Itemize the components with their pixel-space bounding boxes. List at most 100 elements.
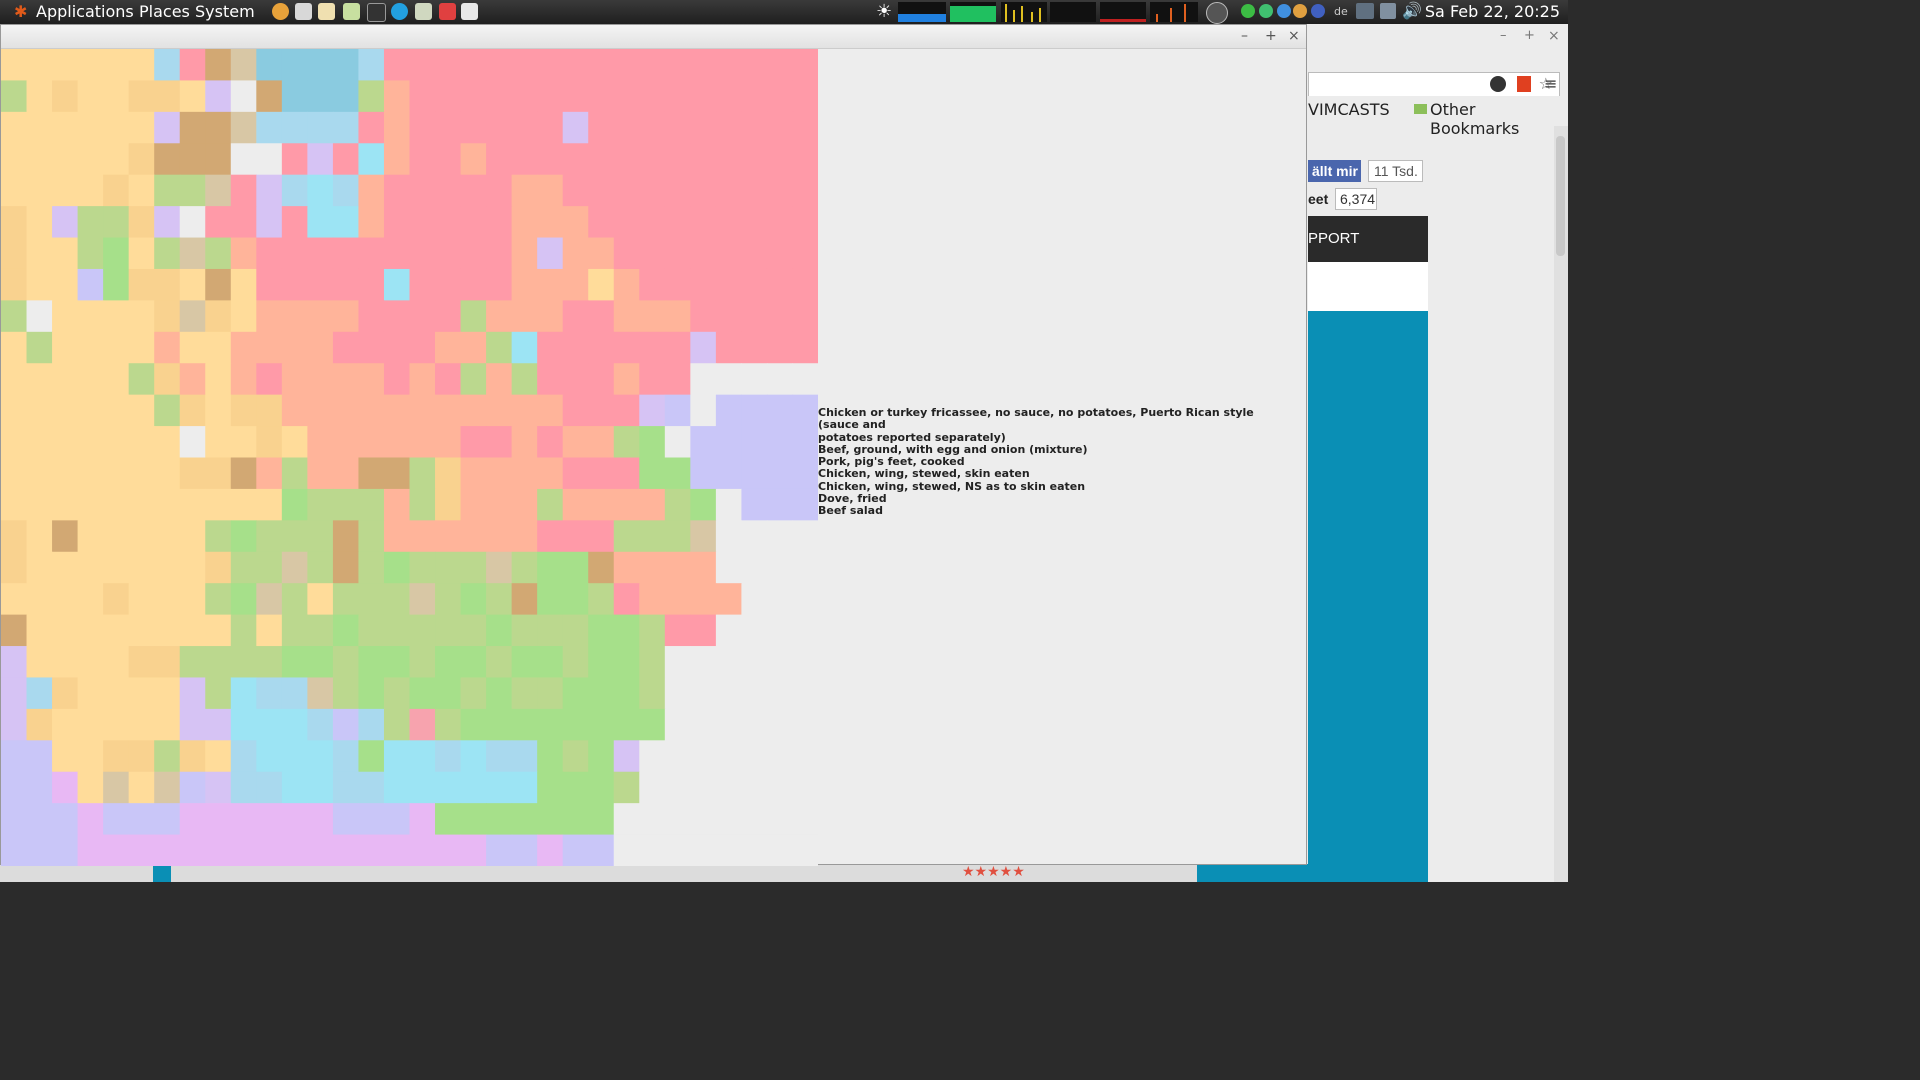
mosaic-tile[interactable]	[613, 206, 640, 239]
mosaic-tile[interactable]	[664, 300, 691, 333]
mosaic-tile[interactable]	[537, 646, 564, 679]
mosaic-tile[interactable]	[792, 111, 818, 144]
mosaic-tile[interactable]	[562, 646, 589, 679]
mosaic-tile[interactable]	[664, 426, 691, 459]
mosaic-tile[interactable]	[230, 268, 257, 301]
mosaic-tile[interactable]	[460, 237, 487, 270]
mosaic-tile[interactable]	[154, 300, 181, 333]
mosaic-tile[interactable]	[511, 740, 538, 773]
mosaic-tile[interactable]	[588, 331, 615, 364]
chrome-launcher-icon[interactable]	[272, 3, 289, 20]
mosaic-tile[interactable]	[154, 771, 181, 804]
mosaic-tile[interactable]	[103, 426, 130, 459]
mosaic-tile[interactable]	[409, 80, 436, 113]
support-link[interactable]: PPORT	[1308, 230, 1359, 247]
mosaic-tile[interactable]	[179, 363, 206, 396]
mosaic-tile[interactable]	[741, 111, 768, 144]
mosaic-tile[interactable]	[256, 174, 283, 207]
mosaic-tile[interactable]	[460, 646, 487, 679]
mosaic-tile[interactable]	[1, 488, 28, 521]
mosaic-tile[interactable]	[77, 206, 104, 239]
mosaic-tile[interactable]	[792, 803, 818, 836]
mosaic-tile[interactable]	[1, 174, 28, 207]
terminal-launcher-icon[interactable]	[367, 3, 386, 22]
mosaic-tile[interactable]	[588, 49, 615, 82]
mosaic-tile[interactable]	[537, 677, 564, 710]
mosaic-tile[interactable]	[460, 80, 487, 113]
mosaic-tile[interactable]	[715, 834, 743, 866]
mosaic-tile[interactable]	[766, 803, 794, 836]
mosaic-tile[interactable]	[281, 426, 308, 459]
mosaic-tile[interactable]	[154, 551, 181, 584]
mosaic-tile[interactable]	[460, 300, 487, 333]
mosaic-tile[interactable]	[103, 237, 130, 270]
mosaic-tile[interactable]	[537, 49, 564, 82]
mosaic-tile[interactable]	[460, 206, 487, 239]
mosaic-tile[interactable]	[741, 174, 768, 207]
mosaic-tile[interactable]	[664, 174, 691, 207]
mosaic-tile[interactable]	[358, 49, 385, 82]
mosaic-tile[interactable]	[460, 677, 487, 710]
mosaic-tile[interactable]	[230, 174, 257, 207]
mosaic-tile[interactable]	[332, 237, 360, 270]
mosaic-tile[interactable]	[409, 834, 436, 866]
mosaic-tile[interactable]	[128, 457, 155, 490]
mosaic-tile[interactable]	[332, 80, 360, 113]
mosaic-tile[interactable]	[26, 583, 53, 616]
mosaic-tile[interactable]	[77, 614, 104, 647]
mosaic-tile[interactable]	[307, 551, 334, 584]
mosaic-tile[interactable]	[639, 80, 666, 113]
mosaic-tile[interactable]	[256, 614, 283, 647]
mosaic-tile[interactable]	[1, 394, 28, 427]
mosaic-tile[interactable]	[766, 520, 794, 553]
mosaic-tile[interactable]	[256, 583, 283, 616]
mosaic-tile[interactable]	[715, 457, 743, 490]
mosaic-tile[interactable]	[77, 551, 104, 584]
mosaic-tile[interactable]	[511, 237, 538, 270]
mosaic-tile[interactable]	[1, 457, 28, 490]
mosaic-tile[interactable]	[715, 646, 743, 679]
mosaic-tile[interactable]	[205, 300, 232, 333]
mosaic-tile[interactable]	[792, 457, 818, 490]
mosaic-tile[interactable]	[307, 331, 334, 364]
mosaic-tile[interactable]	[205, 771, 232, 804]
mosaic-tile[interactable]	[307, 583, 334, 616]
mosaic-tile[interactable]	[103, 300, 130, 333]
mosaic-tile[interactable]	[690, 363, 717, 396]
mosaic-tile[interactable]	[639, 111, 666, 144]
mosaic-tile[interactable]	[332, 49, 360, 82]
mosaic-tile[interactable]	[588, 488, 615, 521]
mosaic-tile[interactable]	[435, 426, 462, 459]
mosaic-tile[interactable]	[230, 49, 257, 82]
mosaic-tile[interactable]	[537, 803, 564, 836]
mosaic-tile[interactable]	[332, 834, 360, 866]
mosaic-tile[interactable]	[256, 80, 283, 113]
mosaic-tile[interactable]	[205, 363, 232, 396]
mosaic-tile[interactable]	[766, 708, 794, 741]
mosaic-tile[interactable]	[307, 174, 334, 207]
mosaic-tile[interactable]	[256, 394, 283, 427]
mosaic-tile[interactable]	[537, 206, 564, 239]
mosaic-tile[interactable]	[409, 49, 436, 82]
mosaic-tile[interactable]	[103, 583, 130, 616]
mosaic-tile[interactable]	[205, 394, 232, 427]
mosaic-tile[interactable]	[52, 237, 79, 270]
mosaic-tile[interactable]	[154, 426, 181, 459]
mosaic-tile[interactable]	[26, 174, 53, 207]
mosaic-tile[interactable]	[307, 771, 334, 804]
mosaic-tile[interactable]	[230, 646, 257, 679]
mosaic-tile[interactable]	[690, 520, 717, 553]
mosaic-tile[interactable]	[52, 394, 79, 427]
mosaic-tile[interactable]	[77, 111, 104, 144]
mosaic-tile[interactable]	[52, 331, 79, 364]
mosaic-tile[interactable]	[435, 646, 462, 679]
mosaic-tile[interactable]	[256, 740, 283, 773]
mosaic-tile[interactable]	[128, 394, 155, 427]
mosaic-tile[interactable]	[460, 583, 487, 616]
mosaic-tile[interactable]	[588, 268, 615, 301]
bookmark-vimcasts[interactable]: VIMCASTS	[1308, 100, 1390, 119]
mosaic-tile[interactable]	[332, 143, 360, 176]
mosaic-tile[interactable]	[664, 551, 691, 584]
mosaic-tile[interactable]	[26, 708, 53, 741]
mosaic-tile[interactable]	[664, 143, 691, 176]
